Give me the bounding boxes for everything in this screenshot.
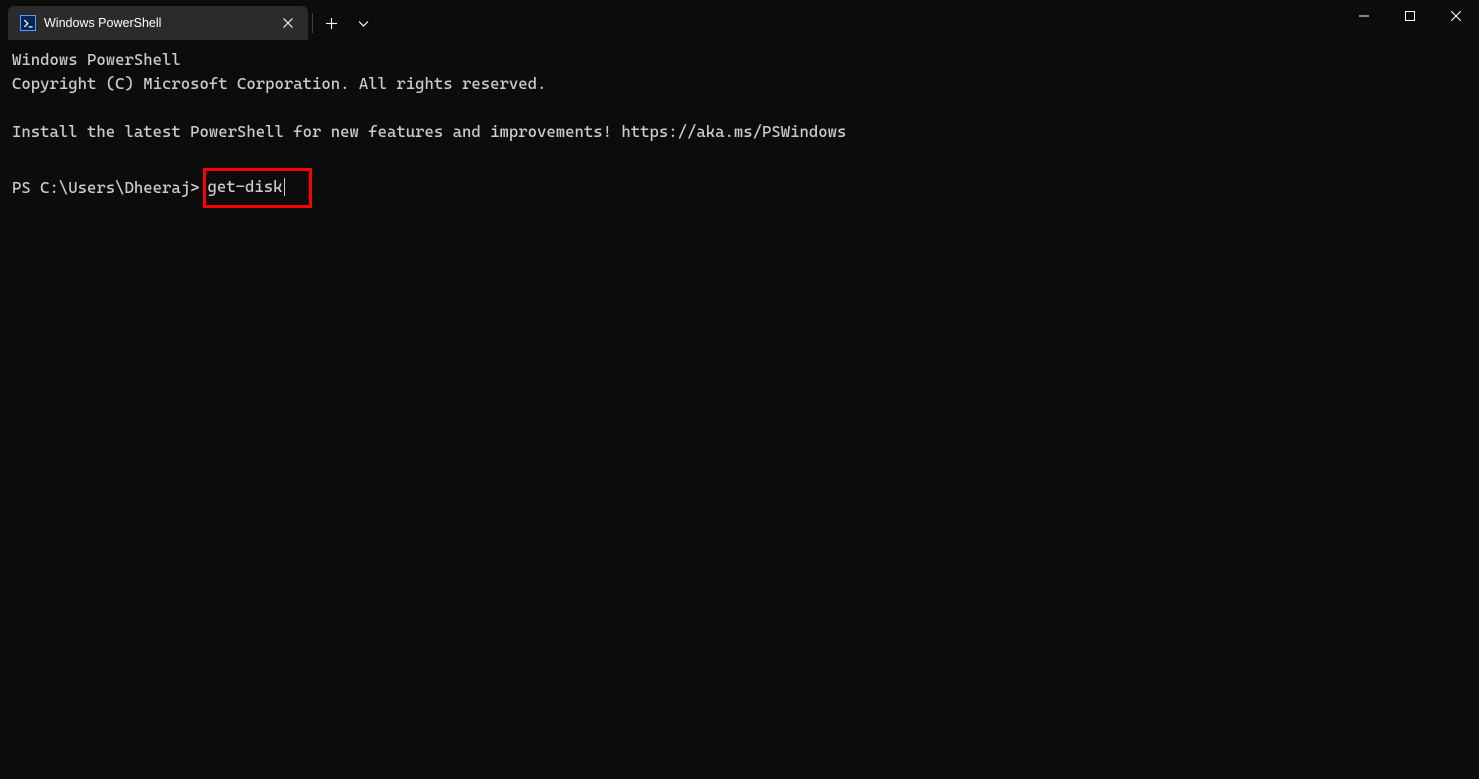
tab-dropdown-button[interactable]	[347, 7, 379, 39]
window-controls	[1341, 0, 1479, 32]
terminal-output-area[interactable]: Windows PowerShell Copyright (C) Microso…	[0, 40, 1479, 216]
command-text: get-disk	[208, 175, 283, 199]
window-titlebar: Windows PowerShell	[0, 0, 1479, 40]
terminal-line: Copyright (C) Microsoft Corporation. All…	[12, 72, 1467, 96]
terminal-line	[12, 96, 1467, 120]
terminal-line	[12, 144, 1467, 168]
tab-close-button[interactable]	[278, 13, 298, 33]
tab-divider	[312, 13, 313, 33]
minimize-button[interactable]	[1341, 0, 1387, 32]
text-cursor	[284, 178, 285, 196]
powershell-icon	[20, 15, 36, 31]
tab-actions	[308, 6, 379, 40]
terminal-line: Windows PowerShell	[12, 48, 1467, 72]
tab-title: Windows PowerShell	[44, 16, 278, 30]
terminal-line: Install the latest PowerShell for new fe…	[12, 120, 1467, 144]
prompt-text: PS C:\Users\Dheeraj>	[12, 176, 200, 200]
new-tab-button[interactable]	[315, 7, 347, 39]
prompt-line: PS C:\Users\Dheeraj> get-disk	[12, 168, 1467, 208]
maximize-button[interactable]	[1387, 0, 1433, 32]
terminal-tab[interactable]: Windows PowerShell	[8, 6, 308, 40]
close-window-button[interactable]	[1433, 0, 1479, 32]
command-highlight: get-disk	[203, 168, 312, 208]
